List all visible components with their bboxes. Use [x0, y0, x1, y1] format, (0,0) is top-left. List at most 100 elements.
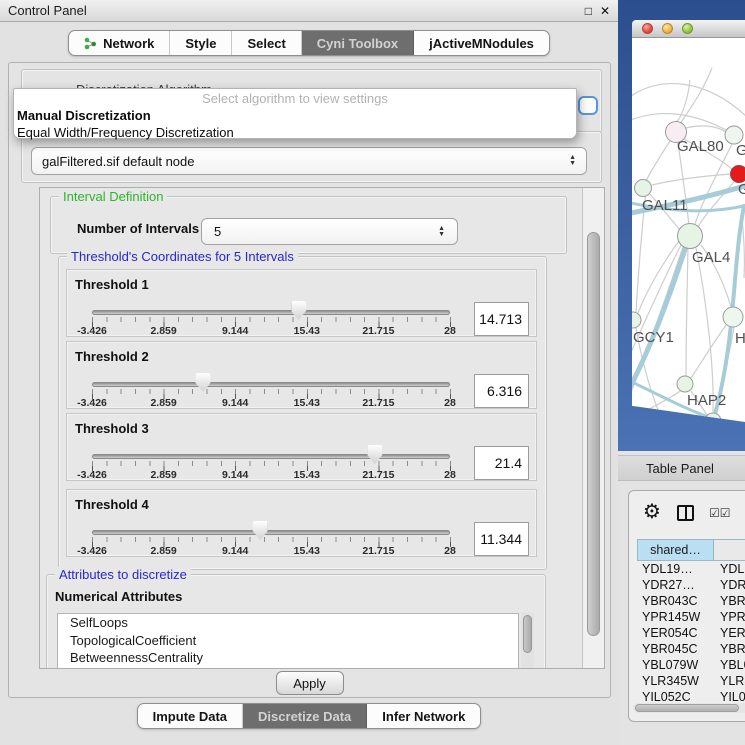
- table-row[interactable]: YER054CYER054C: [637, 625, 745, 641]
- top-tabbar: Network Style Select Cyni Toolbox jActiveMNo…: [68, 30, 550, 56]
- table-cell[interactable]: YER054C: [637, 625, 713, 641]
- threshold-2-value-field[interactable]: 6.316: [474, 374, 529, 408]
- algorithm-combobox-focus-ring[interactable]: [578, 96, 598, 115]
- table-cell[interactable]: YDL19…: [713, 561, 745, 577]
- control-panel: Control Panel □ ✕ Network Style Select Cyni…: [0, 0, 618, 745]
- table-data-combobox[interactable]: galFiltered.sif default node ▲▼: [31, 147, 587, 175]
- table-cell[interactable]: YLR345W: [713, 673, 745, 689]
- numerical-attributes-list[interactable]: SelfLoopsTopologicalCoefficientBetweenne…: [57, 613, 519, 669]
- tab-label: Discretize Data: [258, 709, 351, 724]
- tab-label: Cyni Toolbox: [317, 36, 398, 51]
- tab-jactivemnodules[interactable]: jActiveMNodules: [414, 31, 549, 55]
- table-row[interactable]: YPR145WYPR145W: [637, 609, 745, 625]
- tick-label: -3.426: [77, 325, 107, 337]
- label-gal80: GAL80: [677, 138, 724, 155]
- threshold-2-slider-track[interactable]: [92, 382, 450, 387]
- tab-label: Impute Data: [153, 709, 227, 724]
- table-row[interactable]: YLR345WYLR345W: [637, 673, 745, 689]
- label-gcy1: GCY1: [633, 329, 674, 346]
- tick-label: 2.859: [150, 397, 176, 409]
- tab-cyni-toolbox[interactable]: Cyni Toolbox: [302, 31, 414, 55]
- settings-vertical-scrollbar[interactable]: [582, 188, 604, 668]
- control-panel-titlebar: Control Panel □ ✕: [0, 0, 618, 22]
- tab-style[interactable]: Style: [170, 31, 232, 55]
- threshold-3-tick-labels: -3.4262.8599.14415.4321.71528: [67, 469, 536, 481]
- attribute-list-item[interactable]: TopologicalCoefficient: [58, 632, 518, 650]
- table-row[interactable]: YDL19…YDL19…: [637, 561, 745, 577]
- minimize-traffic-light-icon[interactable]: [662, 23, 673, 34]
- table-cell[interactable]: YDL19…: [637, 561, 713, 577]
- table-row[interactable]: YBL079WYBL079W: [637, 657, 745, 673]
- table-panel-titlebar: Table Panel: [618, 455, 745, 481]
- gear-icon[interactable]: ⚙: [643, 499, 661, 524]
- table-cell[interactable]: YBR043C: [637, 593, 713, 609]
- attribute-list-item[interactable]: BetweennessCentrality: [58, 649, 518, 667]
- close-icon[interactable]: ✕: [600, 4, 610, 18]
- table-cell[interactable]: YPR145W: [637, 609, 713, 625]
- popup-option-manual-discretization[interactable]: Manual Discretization: [14, 107, 576, 124]
- tab-network[interactable]: Network: [69, 31, 170, 55]
- tick-label: 9.144: [222, 469, 248, 481]
- table-row[interactable]: YDR27…YDR27…: [637, 577, 745, 593]
- tab-impute-data[interactable]: Impute Data: [138, 704, 243, 728]
- apply-button[interactable]: Apply: [276, 671, 344, 695]
- table-cell[interactable]: YBR043C: [713, 593, 745, 609]
- tick-label: 15.43: [294, 325, 320, 337]
- table-row[interactable]: YBR045CYBR045C: [637, 641, 745, 657]
- number-of-intervals-spinner[interactable]: 5 ▲▼: [201, 218, 458, 245]
- combobox-stepper-icon[interactable]: ▲▼: [569, 155, 576, 167]
- network-canvas[interactable]: GAL80 GA GAL11 G GAL4 GCY1 H HAP2: [632, 38, 745, 422]
- tick-label: 2.859: [150, 545, 176, 557]
- label-gal4: GAL4: [692, 249, 730, 266]
- table-panel-body: ⚙ ☑☑ shared… name YDL19…YDL19…YDR27…YDR2…: [618, 481, 745, 745]
- threshold-2-panel: Threshold 2 -3.4262.8599.14415.4321.7152…: [66, 341, 537, 409]
- tab-label: Infer Network: [382, 709, 465, 724]
- table-cell[interactable]: YDR27…: [713, 577, 745, 593]
- tab-label: jActiveMNodules: [429, 36, 534, 51]
- attribute-list-item[interactable]: SelfLoops: [58, 614, 518, 632]
- label-partial-g: G: [738, 181, 745, 198]
- column-checkboxes-icon[interactable]: ☑☑: [709, 506, 731, 520]
- label-partial-ga: GA: [736, 142, 745, 159]
- table-cell[interactable]: YBL079W: [713, 657, 745, 673]
- table-cell[interactable]: YLR345W: [637, 673, 713, 689]
- tick-label: 15.43: [294, 469, 320, 481]
- settings-scrollbar-thumb[interactable]: [587, 232, 600, 636]
- table-horizontal-scrollbar[interactable]: [633, 703, 745, 713]
- table-header-row: shared… name: [637, 539, 745, 561]
- tab-label: Style: [185, 36, 216, 51]
- zoom-traffic-light-icon[interactable]: [682, 23, 693, 34]
- control-panel-title: Control Panel: [8, 3, 87, 18]
- threshold-3-value-field[interactable]: 21.4: [474, 446, 529, 480]
- tab-infer-network[interactable]: Infer Network: [367, 704, 480, 728]
- tick-label: 28: [444, 545, 456, 557]
- table-row[interactable]: YBR043CYBR043C: [637, 593, 745, 609]
- threshold-1-slider-track[interactable]: [92, 310, 450, 315]
- attributes-list-scrollbar-thumb[interactable]: [523, 615, 532, 653]
- close-traffic-light-icon[interactable]: [642, 23, 653, 34]
- float-window-icon[interactable]: □: [585, 4, 592, 18]
- threshold-4-slider-track[interactable]: [92, 530, 450, 535]
- attributes-list-scrollbar[interactable]: [521, 613, 534, 669]
- table-cell[interactable]: YPR145W: [713, 609, 745, 625]
- spinner-stepper-icon[interactable]: ▲▼: [438, 226, 445, 238]
- tab-discretize-data[interactable]: Discretize Data: [243, 704, 367, 728]
- table-cell[interactable]: YBL079W: [637, 657, 713, 673]
- table-cell[interactable]: YBR045C: [637, 641, 713, 657]
- threshold-1-value-field[interactable]: 14.713: [474, 302, 529, 336]
- table-hscrollbar-thumb[interactable]: [635, 704, 739, 712]
- table-cell[interactable]: YDR27…: [637, 577, 713, 593]
- node-gal11: [635, 180, 652, 197]
- column-header-name[interactable]: name: [714, 540, 745, 560]
- threshold-4-value-field[interactable]: 11.344: [474, 522, 529, 556]
- threshold-3-slider-track[interactable]: [92, 454, 450, 459]
- tab-select[interactable]: Select: [232, 31, 301, 55]
- column-header-shared-name[interactable]: shared…: [638, 540, 714, 560]
- tick-label: 21.715: [362, 469, 394, 481]
- split-view-icon[interactable]: [677, 505, 694, 521]
- table-cell[interactable]: YER054C: [713, 625, 745, 641]
- table-cell[interactable]: YBR045C: [713, 641, 745, 657]
- algorithm-placeholder: Select algorithm to view settings: [14, 90, 576, 107]
- popup-option-equal-width-frequency[interactable]: Equal Width/Frequency Discretization: [14, 124, 576, 141]
- network-window-titlebar[interactable]: [632, 20, 745, 38]
